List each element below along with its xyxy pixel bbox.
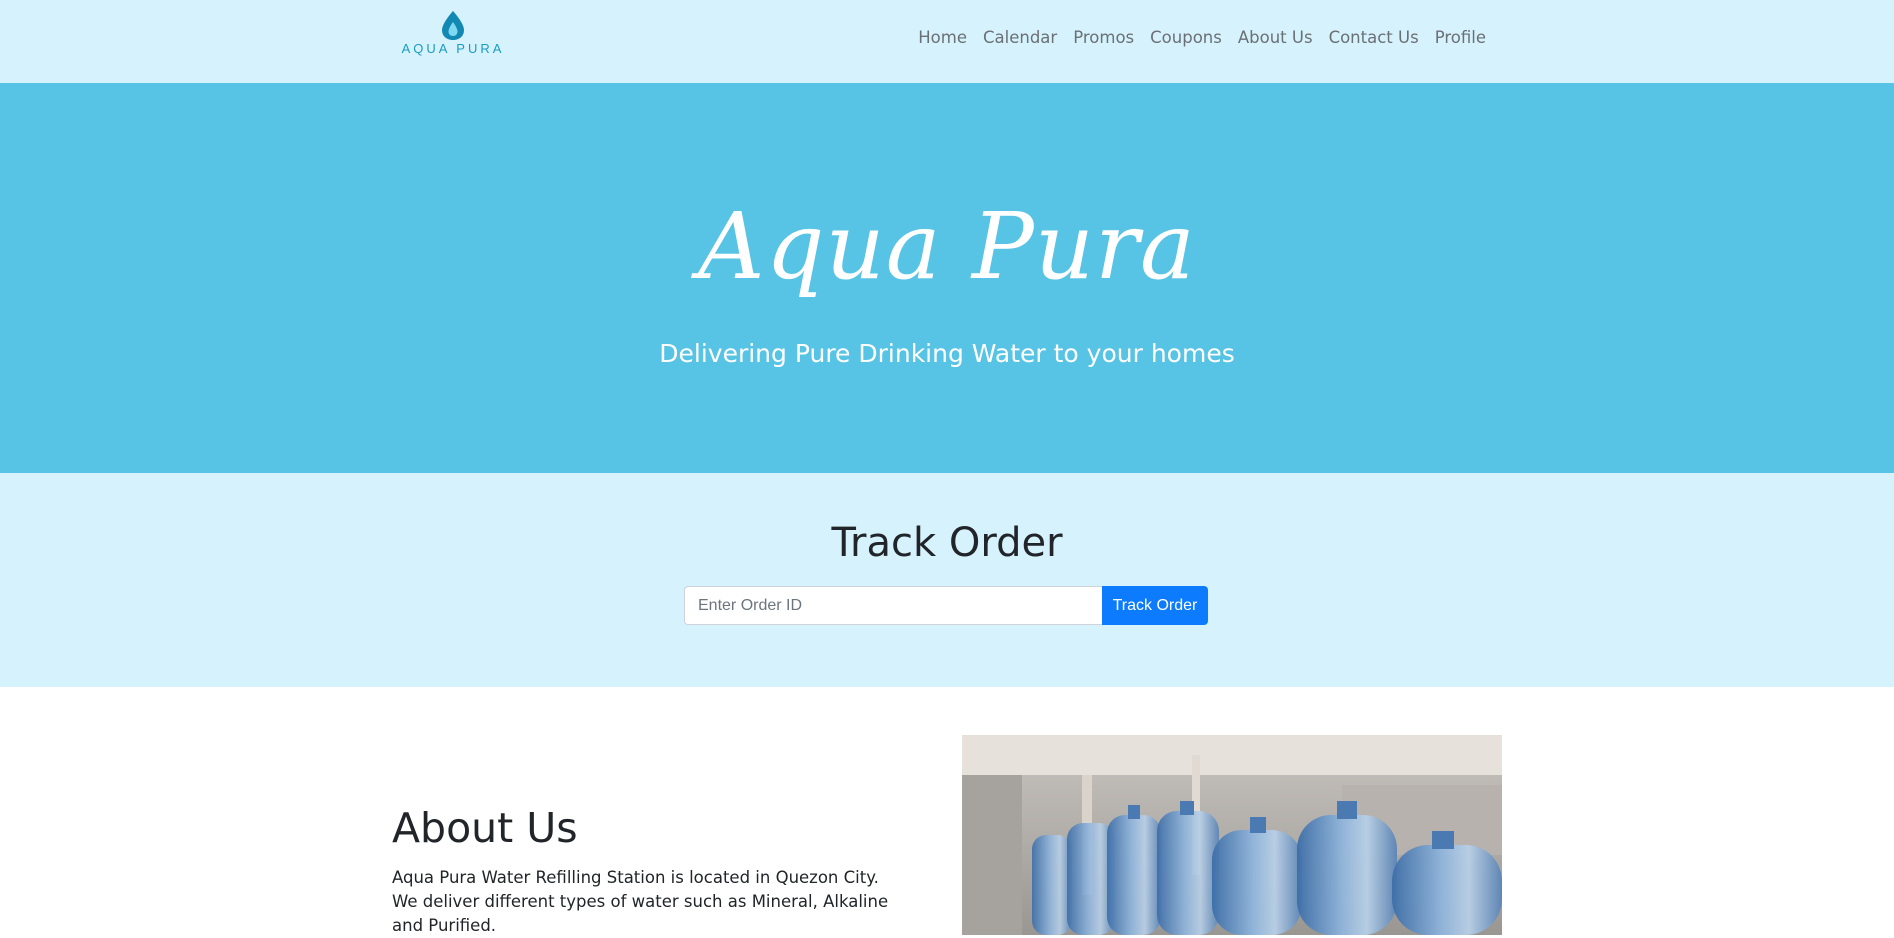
about-title: About Us	[392, 804, 578, 852]
track-order-section: Track Order Track Order	[0, 473, 1894, 687]
about-section: About Us Aqua Pura Water Refilling Stati…	[0, 687, 1894, 935]
hero-title: Aqua Pura	[698, 193, 1196, 300]
track-order-form: Track Order	[684, 586, 1208, 625]
navbar: AQUA PURA Home Calendar Promos Coupons A…	[0, 0, 1894, 83]
about-text: Aqua Pura Water Refilling Station is loc…	[392, 868, 889, 935]
track-order-button[interactable]: Track Order	[1102, 586, 1208, 625]
nav-about-us[interactable]: About Us	[1230, 26, 1321, 50]
nav-contact-us[interactable]: Contact Us	[1321, 26, 1427, 50]
brand-name: AQUA PURA	[401, 41, 505, 56]
main-nav: Home Calendar Promos Coupons About Us Co…	[910, 26, 1494, 50]
nav-coupons[interactable]: Coupons	[1142, 26, 1230, 50]
hero-subtitle: Delivering Pure Drinking Water to your h…	[659, 339, 1235, 368]
water-bottles-photo	[962, 735, 1502, 935]
nav-home[interactable]: Home	[910, 26, 975, 50]
nav-promos[interactable]: Promos	[1065, 26, 1142, 50]
brand-logo[interactable]: AQUA PURA	[396, 10, 510, 56]
track-order-title: Track Order	[831, 520, 1063, 566]
nav-profile[interactable]: Profile	[1427, 26, 1494, 50]
nav-calendar[interactable]: Calendar	[975, 26, 1065, 50]
order-id-input[interactable]	[684, 586, 1102, 625]
hero-banner: Aqua Pura Delivering Pure Drinking Water…	[0, 83, 1894, 473]
water-drop-icon	[442, 11, 464, 40]
